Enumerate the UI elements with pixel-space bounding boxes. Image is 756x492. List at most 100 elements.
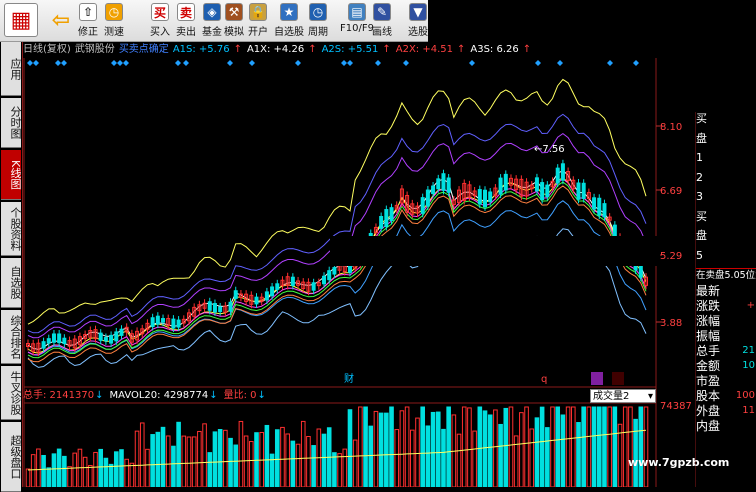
candle-body: [389, 207, 394, 222]
toolbar-button-grid-logo[interactable]: ▦: [4, 2, 38, 40]
volume-bar: [25, 468, 31, 487]
candle-body: [425, 189, 430, 207]
candle-body: [493, 187, 498, 197]
legend-item: A1S: +5.76: [172, 44, 230, 55]
volume-bar: [249, 441, 254, 487]
candle-body: [322, 275, 327, 285]
candle-body: [103, 337, 108, 342]
toolbar-button-clock[interactable]: ◷ 测速: [104, 2, 124, 40]
toolbar-button-select[interactable]: ▼ 选股: [408, 2, 428, 40]
toolbar-label: 周期: [308, 27, 328, 38]
candle-body: [618, 236, 623, 255]
ma5-line: [27, 185, 647, 363]
volume-legend-item: 量比: 0: [223, 390, 257, 401]
candle-body: [114, 331, 119, 342]
candle-body: [285, 276, 290, 286]
ma1-line: [27, 169, 647, 350]
quote-stat-row: 内盘: [696, 419, 756, 433]
left-tab-2[interactable]: K线图: [1, 150, 22, 200]
order-book-label: 买: [696, 209, 707, 223]
candle-body: [592, 197, 597, 210]
kline-chart[interactable]: 8.10 6.69 5.29 3.88 74387 ←7.56 财 q 榜涨: [0, 0, 756, 487]
candle-body: [129, 333, 134, 343]
pen-icon: ✎: [373, 3, 391, 21]
toolbar-button-doc[interactable]: ▤ F10/F9: [340, 2, 374, 40]
toolbar-button-卖[interactable]: 卖卖出: [176, 2, 196, 40]
order-book-label: 1: [696, 151, 703, 164]
volume-bar: [212, 431, 218, 487]
toolbar-button-clock-blue[interactable]: ◷ 周期: [308, 2, 328, 40]
signal-diamond: [347, 60, 353, 66]
signal-diamond: [175, 60, 181, 66]
candle-body: [109, 334, 114, 344]
volume-bar: [238, 420, 244, 487]
volume-bar: [186, 436, 192, 487]
quote-panel: 买盘123买盘5在卖盘5.05位置最新涨跌+涨幅振幅总手21金额10市盈股本10…: [696, 112, 756, 487]
left-tab-6[interactable]: 牛叉诊股: [1, 366, 22, 420]
toolbar-button-back-arrow[interactable]: ⇦: [50, 2, 72, 40]
volume-bar: [46, 467, 52, 487]
candle-body: [373, 226, 378, 234]
candle-body: [228, 301, 233, 312]
volume-bar: [207, 452, 213, 487]
left-tab-0[interactable]: 应用: [1, 42, 22, 96]
candle-body: [26, 343, 30, 347]
watermark-text: www.7gpzb.com: [628, 456, 730, 469]
left-tab-5[interactable]: 综合排名: [1, 310, 22, 364]
volume-bar: [399, 410, 405, 487]
candle-body: [472, 190, 477, 197]
volume-bar: [508, 406, 514, 487]
candle-body: [83, 334, 88, 340]
volume-bar: [280, 426, 285, 487]
candle-body: [633, 254, 638, 271]
toolbar-button-lock[interactable]: 🔒 开户: [248, 2, 268, 40]
candle-body: [431, 185, 436, 195]
toolbar-label: F10/F9: [340, 23, 374, 34]
left-tab-1[interactable]: 分时图: [1, 98, 22, 148]
volume-bar: [503, 407, 509, 487]
volume-bar: [269, 453, 275, 487]
quote-stat-label: 振幅: [696, 329, 721, 343]
volume-bar: [358, 406, 363, 487]
legend-item: A2S: +5.51: [321, 44, 379, 55]
volume-bar: [72, 452, 78, 487]
toolbar-button-shield[interactable]: ◈ 基金: [202, 2, 222, 40]
candle-body: [477, 189, 482, 205]
toolbar-button-pen[interactable]: ✎ 画线: [372, 2, 392, 40]
volume-bar: [487, 414, 493, 487]
volume-bar: [622, 406, 628, 487]
quote-stat-row: 涨跌 +: [696, 299, 756, 313]
volume-bar: [62, 455, 67, 487]
volume-bar: [602, 406, 607, 487]
candle-body: [296, 280, 301, 286]
volume-legend-item: MAVOL20: 4298774: [109, 390, 209, 401]
candle-body: [31, 343, 36, 352]
candle-body: [379, 216, 384, 229]
candle-body: [62, 337, 67, 345]
volume-bar: [555, 406, 561, 487]
toolbar-label: 修正: [78, 27, 98, 38]
left-tab-4[interactable]: 自选股: [1, 258, 22, 308]
up-arrow-icon: ⇧: [79, 3, 97, 21]
volume-indicator-dropdown[interactable]: 成交量2 ▾: [590, 389, 656, 403]
candle-body: [72, 338, 77, 349]
candle-body: [57, 333, 62, 344]
candle-body: [597, 197, 602, 216]
candle-body: [576, 182, 581, 200]
toolbar-button-买[interactable]: 买买入: [150, 2, 170, 40]
volume-bar: [56, 448, 62, 487]
ma3-line: [27, 178, 647, 356]
left-tab-3[interactable]: 个股资料: [1, 202, 22, 256]
toolbar-button-star-folder[interactable]: ★ 自选股: [274, 2, 304, 40]
volume-bar: [373, 410, 379, 487]
volume-bar: [88, 465, 93, 487]
toolbar-button-up-arrow[interactable]: ⇧ 修正: [78, 2, 98, 40]
volume-bar: [410, 429, 415, 487]
candle-body: [415, 205, 420, 214]
legend-item: A1X: +4.26: [246, 44, 305, 55]
left-tab-7[interactable]: 超级盘口: [1, 422, 22, 492]
event-marker-bg: [612, 372, 624, 385]
volume-bar: [565, 406, 571, 487]
signal-diamond: [55, 60, 61, 66]
toolbar-button-hammer[interactable]: ⚒ 模拟: [224, 2, 244, 40]
